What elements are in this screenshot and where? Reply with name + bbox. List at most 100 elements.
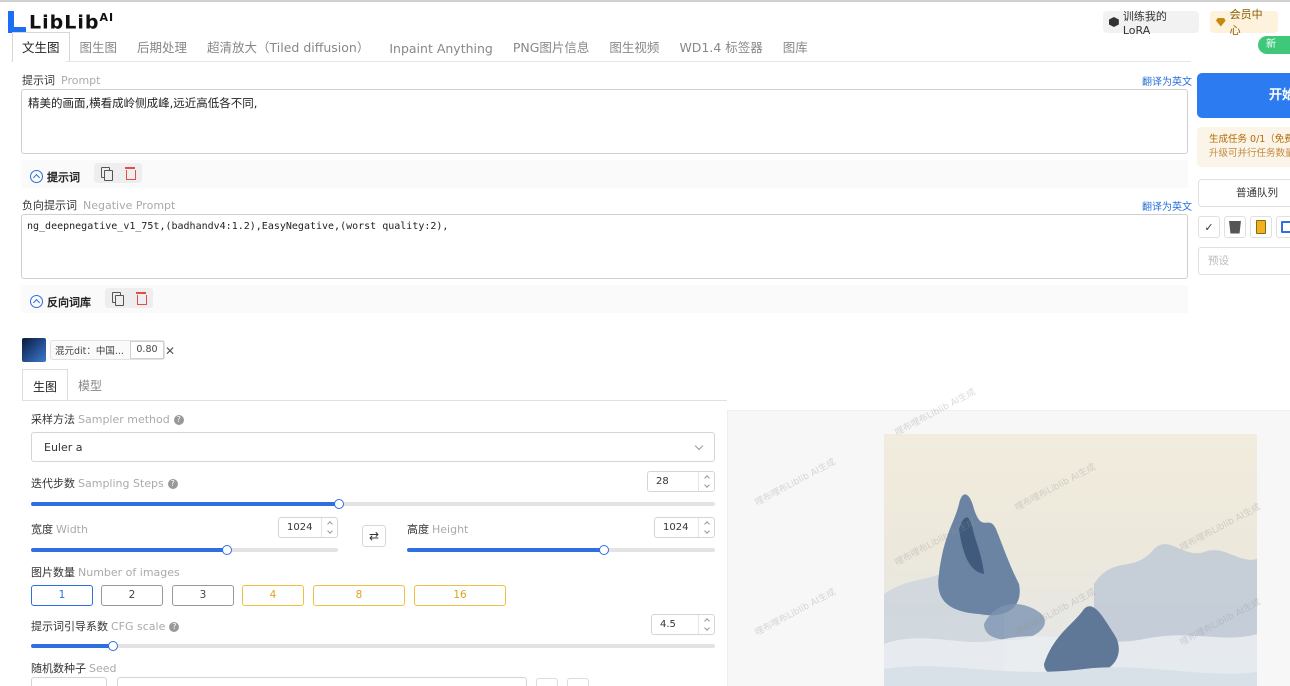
num-images-option-3[interactable]: 3 — [172, 585, 234, 606]
seed-input[interactable] — [117, 677, 527, 686]
upgrade-hint: 升级可并行任务数量 — [1209, 148, 1290, 159]
train-lora-label: 训练我的LoRA — [1122, 9, 1167, 37]
trash-icon[interactable] — [1224, 216, 1246, 238]
normal-queue-button[interactable]: 普通队列 — [1198, 179, 1290, 207]
width-input[interactable]: 1024 — [278, 517, 338, 538]
lora-name: 混元dit：中国... — [55, 346, 124, 357]
translate-prompt-link[interactable]: 翻译为英文 — [1142, 73, 1192, 88]
stepper-icon[interactable] — [321, 518, 337, 537]
tab-0[interactable]: 文生图 — [12, 32, 70, 62]
queue-label: 普通队列 — [1236, 187, 1278, 199]
cfg-input[interactable]: 4.5 — [651, 614, 715, 635]
logo-mark-icon — [8, 11, 26, 33]
translate-negative-link[interactable]: 翻译为英文 — [1142, 198, 1192, 213]
tab-1[interactable]: 图生图 — [70, 37, 128, 62]
tab-3[interactable]: 超清放大（Tiled diffusion） — [197, 37, 379, 62]
negative-library-toggle[interactable]: 反向词库 — [30, 291, 91, 310]
num-images-label: 图片数量 Number of images — [31, 566, 180, 579]
steps-slider[interactable] — [31, 499, 715, 509]
height-label: 高度 Height — [407, 523, 469, 536]
new-badge[interactable]: 新 — [1258, 36, 1290, 54]
slider-handle[interactable] — [599, 545, 610, 555]
swap-dimensions-button[interactable]: ⇄ — [362, 525, 386, 547]
task-info: 生成任务 0/1（免费 升级可并行任务数量 — [1197, 127, 1290, 167]
copy-icon[interactable] — [100, 167, 113, 181]
seed-mode-select[interactable] — [31, 677, 107, 686]
sampler-select[interactable]: Euler a — [31, 432, 715, 462]
steps-input[interactable]: 28 — [647, 471, 715, 492]
negative-prompt-text: ng_deepnegative_v1_75t,(badhandv4:1.2),E… — [27, 221, 449, 232]
start-generate-button[interactable]: 开始 — [1197, 73, 1290, 118]
clipboard-icon[interactable] — [1250, 216, 1272, 238]
diamond-icon — [1216, 17, 1226, 27]
main-tabs: 文生图 图生图 后期处理 超清放大（Tiled diffusion） Inpaint A… — [12, 32, 818, 62]
trash-icon[interactable] — [125, 167, 137, 180]
prompt-label: 提示词 Prompt — [22, 74, 101, 87]
subtab-0[interactable]: 生图 — [22, 369, 69, 401]
tab-8[interactable]: 图库 — [773, 37, 818, 62]
prompt-actions — [94, 163, 142, 183]
generation-subtabs: 生图 模型 — [22, 369, 112, 401]
width-slider[interactable] — [31, 545, 338, 555]
num-images-option-8[interactable]: 8 — [313, 585, 405, 606]
swap-icon: ⇄ — [368, 529, 380, 543]
train-lora-button[interactable]: 训练我的LoRA — [1103, 10, 1199, 37]
trash-icon[interactable] — [136, 292, 148, 305]
height-input[interactable]: 1024 — [654, 517, 715, 538]
subtab-1[interactable]: 模型 — [68, 369, 112, 401]
num-images-option-16[interactable]: 16 — [414, 585, 506, 606]
stepper-icon[interactable] — [698, 472, 714, 491]
preset-select[interactable]: 预设 — [1198, 247, 1290, 275]
subtabs-divider — [22, 400, 727, 401]
remove-lora-icon[interactable]: ✕ — [165, 344, 175, 358]
vip-center-button[interactable]: 会员中心 — [1210, 8, 1278, 37]
tab-2[interactable]: 后期处理 — [127, 37, 197, 62]
window-top-border — [0, 0, 1290, 2]
negative-actions — [105, 288, 153, 308]
height-slider[interactable] — [407, 545, 715, 555]
stepper-icon[interactable] — [698, 615, 714, 634]
tab-7[interactable]: WD1.4 标签器 — [669, 37, 772, 62]
save-style-icon[interactable] — [1276, 216, 1290, 238]
help-icon: ? — [167, 479, 178, 489]
seed-label: 随机数种子 Seed — [31, 662, 117, 675]
hexagon-icon — [1109, 17, 1119, 27]
negative-prompt-input[interactable]: ng_deepnegative_v1_75t,(badhandv4:1.2),E… — [21, 214, 1188, 279]
help-icon: ? — [169, 622, 180, 632]
prompt-input[interactable]: 精美的画面,横看成岭侧成峰,远近高低各不同, — [21, 89, 1188, 154]
num-images-option-4[interactable]: 4 — [242, 585, 304, 606]
slider-handle[interactable] — [108, 641, 119, 651]
tab-5[interactable]: PNG图片信息 — [503, 37, 600, 62]
tab-4[interactable]: Inpaint Anything — [379, 41, 503, 62]
dice-icon[interactable] — [536, 678, 558, 686]
num-images-option-2[interactable]: 2 — [101, 585, 163, 606]
tabs-divider — [66, 61, 1191, 62]
liblib-logo[interactable]: LibLibAI — [8, 10, 114, 34]
steps-value: 28 — [656, 476, 669, 487]
negative-prompt-label: 负向提示词 Negative Prompt — [22, 199, 176, 212]
prompt-toggle-label: 提示词 — [47, 170, 80, 184]
chevron-up-circle-icon — [30, 170, 43, 183]
checkmark-icon[interactable]: ✓ — [1198, 216, 1220, 238]
copy-icon[interactable] — [111, 292, 124, 306]
slider-handle[interactable] — [222, 545, 233, 555]
lora-weight-input[interactable]: 0.80 — [129, 341, 164, 359]
num-images-option-1[interactable]: 1 — [31, 585, 93, 606]
start-label: 开始 — [1269, 88, 1290, 103]
width-label: 宽度 Width — [31, 523, 88, 536]
task-count: 生成任务 0/1（免费 — [1209, 134, 1290, 145]
cfg-slider[interactable] — [31, 641, 715, 651]
logo-text: LibLibAI — [29, 10, 115, 34]
height-value: 1024 — [663, 522, 689, 533]
lora-chip[interactable]: 混元dit：中国... 0.80 — [50, 340, 165, 360]
negative-toolbar — [21, 285, 1188, 313]
stepper-icon[interactable] — [698, 518, 714, 537]
vip-center-label: 会员中心 — [1229, 8, 1263, 37]
cfg-label: 提示词引导系数 CFG scale? — [31, 618, 180, 634]
prompt-toggle[interactable]: 提示词 — [30, 166, 80, 185]
slider-handle[interactable] — [333, 499, 344, 509]
tab-6[interactable]: 图生视频 — [599, 37, 669, 62]
help-icon: ? — [173, 415, 184, 425]
recycle-icon[interactable] — [567, 678, 589, 686]
prompt-text: 精美的画面,横看成岭侧成峰,远近高低各不同, — [28, 96, 258, 110]
